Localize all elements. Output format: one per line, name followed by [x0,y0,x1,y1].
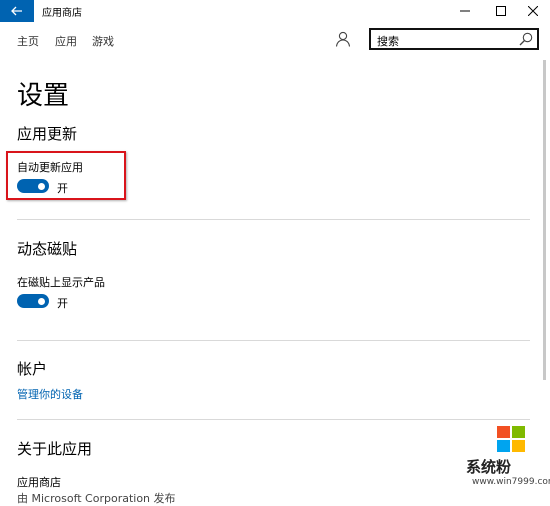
maximize-button[interactable] [484,0,518,22]
divider [17,419,530,420]
toggle-knob [38,297,45,305]
close-icon [528,6,538,16]
section-title-about: 关于此应用 [17,440,93,458]
tab-games[interactable]: 游戏 [92,33,114,49]
tab-home[interactable]: 主页 [17,33,39,49]
show-on-tiles-toggle[interactable] [17,294,49,308]
minimize-icon [460,10,470,12]
manage-devices-link[interactable]: 管理你的设备 [17,386,83,402]
section-title-account: 帐户 [17,360,48,378]
section-title-live-tiles: 动态磁贴 [17,240,78,258]
close-button[interactable] [516,0,550,22]
about-app-name: 应用商店 [17,476,61,489]
back-arrow-icon [11,6,22,16]
windows-logo-icon [497,426,525,452]
minimize-button[interactable] [448,0,482,22]
search-input[interactable]: 搜索 [369,28,539,50]
window-title: 应用商店 [42,8,82,19]
back-button[interactable] [0,0,34,22]
about-publisher: 由 Microsoft Corporation 发布 [17,492,176,505]
show-on-tiles-toggle-state: 开 [57,297,68,310]
watermark-text: 系统粉 [466,458,512,476]
watermark: 系统粉 www.win7999.com [466,425,550,500]
page-title: 设置 [17,81,70,111]
tab-apps[interactable]: 应用 [55,33,77,49]
section-title-app-updates: 应用更新 [17,125,78,143]
title-bar: 应用商店 [0,0,550,22]
divider [17,340,530,341]
watermark-url: www.win7999.com [472,477,550,487]
scrollbar[interactable] [543,60,546,380]
show-on-tiles-label: 在磁贴上显示产品 [17,276,105,289]
search-icon[interactable] [519,32,533,46]
search-placeholder: 搜索 [377,35,399,48]
highlight-box [6,151,126,200]
divider [17,219,530,220]
person-icon[interactable] [335,31,351,47]
maximize-icon [496,6,506,16]
